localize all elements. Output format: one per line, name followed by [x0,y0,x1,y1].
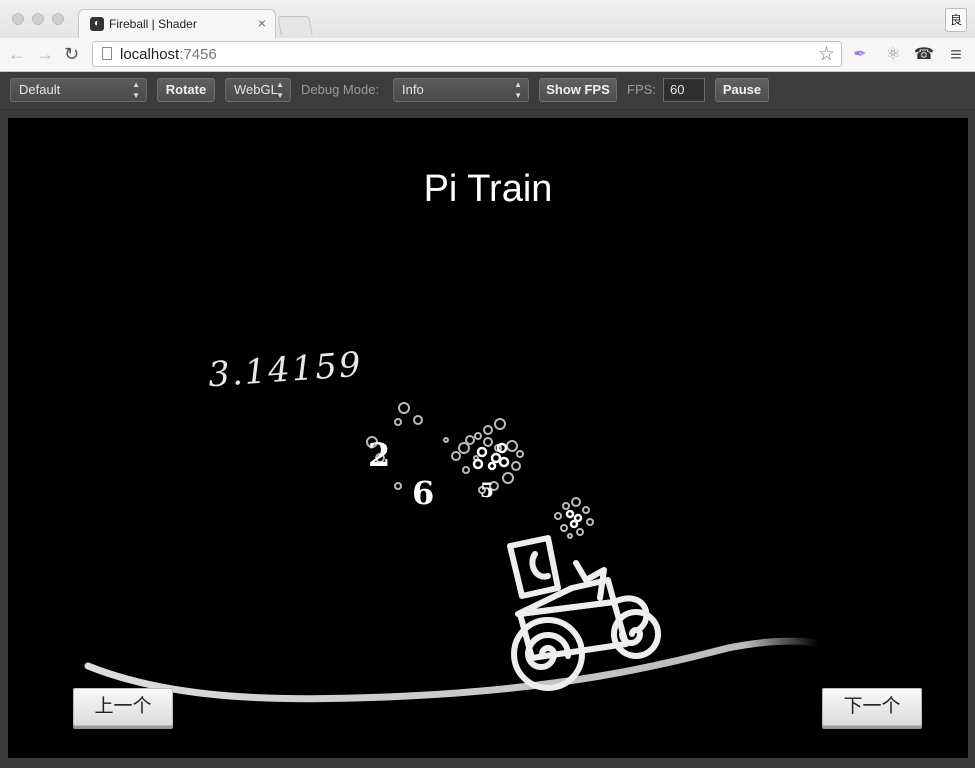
address-bar[interactable]: localhost:7456 ☆ [92,41,842,67]
debug-mode-value: Info [402,82,424,97]
star-icon[interactable]: ☆ [818,43,835,66]
digit-2: 2 [368,436,391,474]
fireball-favicon-icon: ◐ [90,17,104,31]
menu-icon[interactable]: ≡ [946,45,966,65]
debug-mode-select[interactable]: Info ▲ ▼ [393,78,529,102]
game-canvas[interactable]: Pi Train 3.14159 2 6 5 上一个 下一个 [8,118,968,758]
preset-select[interactable]: Default ▲ ▼ [10,78,147,102]
train-sprite [507,535,661,691]
digit-6: 6 [412,474,435,512]
rotate-button[interactable]: Rotate [157,78,215,102]
next-button[interactable]: 下一个 [822,688,922,726]
select-arrows-icon: ▲ ▼ [514,80,522,100]
atom-icon[interactable]: ⚛ [883,45,903,65]
fps-label: FPS: [627,82,656,97]
zoom-window-button[interactable] [52,13,64,25]
smoke-puffs [366,402,594,539]
forward-arrow-icon[interactable]: → [36,44,54,65]
tab-close-icon[interactable]: × [258,15,266,31]
scene-art [84,402,822,703]
previous-button[interactable]: 上一个 [73,688,173,726]
scene-title: Pi Train [423,168,553,210]
elephant-icon[interactable]: ☎ [914,45,934,65]
debug-mode-label: Debug Mode: [301,82,380,97]
browser-titlebar: ◐ Fireball | Shader × 良 [0,0,975,38]
address-text: localhost:7456 [120,46,217,63]
feather-icon[interactable]: ✒ [850,45,870,65]
preset-select-value: Default [19,82,61,97]
renderer-select-value: WebGL [234,82,278,97]
digit-5: 5 [480,478,494,502]
select-arrows-icon: ▲ ▼ [132,80,140,100]
select-arrows-icon: ▲ ▼ [276,80,284,100]
tab-title: Fireball | Shader [109,17,197,31]
fps-input[interactable]: 60 [663,78,705,102]
renderer-select[interactable]: WebGL ▲ ▼ [225,78,291,102]
page-icon [102,47,112,60]
profile-button[interactable]: 良 [945,8,967,32]
close-window-button[interactable] [12,13,24,25]
new-tab-button[interactable] [277,16,313,35]
app-controls-bar: Default ▲ ▼ Rotate WebGL ▲ ▼ Debug Mode: I… [0,72,975,110]
show-fps-button[interactable]: Show FPS [539,78,617,102]
minimize-window-button[interactable] [32,13,44,25]
track-line [84,637,822,703]
back-arrow-icon[interactable]: ← [8,44,26,65]
browser-tab[interactable]: ◐ Fireball | Shader × [78,9,276,38]
pause-button[interactable]: Pause [715,78,769,102]
browser-toolbar: ← → ↻ localhost:7456 ☆ ✒ ⚛ ☎ ≡ [0,38,975,72]
reload-icon[interactable]: ↻ [64,44,79,65]
